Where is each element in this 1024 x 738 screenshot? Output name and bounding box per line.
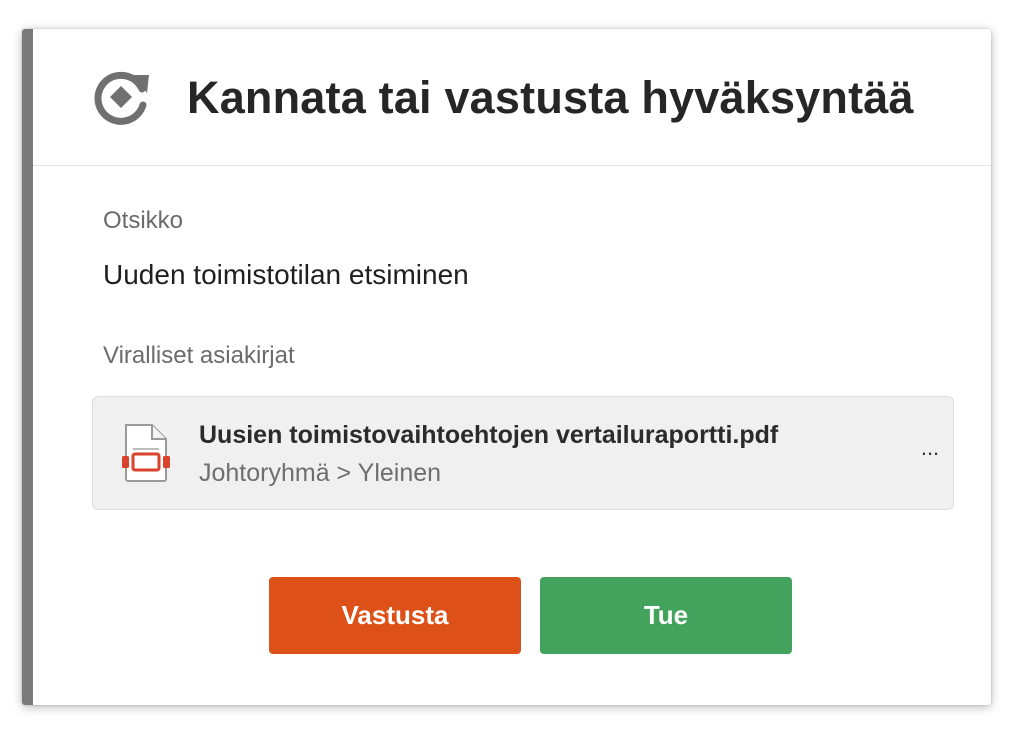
accent-bar	[22, 29, 33, 705]
documents-field-label: Viralliset asiakirjat	[103, 342, 295, 369]
dialog-title: Kannata tai vastusta hyväksyntää	[187, 72, 914, 123]
title-field-value: Uuden toimistotilan etsiminen	[103, 259, 469, 290]
title-field-label: Otsikko	[103, 207, 184, 234]
approval-dialog: Kannata tai vastusta hyväksyntää Otsikko…	[22, 29, 991, 705]
approve-button[interactable]: Tue	[540, 577, 792, 654]
dialog-header: Kannata tai vastusta hyväksyntää	[33, 29, 991, 166]
document-name[interactable]: Uusien toimistovaihtoehtojen vertailurap…	[199, 421, 778, 450]
reject-button[interactable]: Vastusta	[269, 577, 521, 654]
document-path: Johtoryhmä > Yleinen	[199, 459, 442, 487]
approval-refresh-icon	[91, 67, 151, 127]
document-tile[interactable]: Uusien toimistovaihtoehtojen vertailurap…	[92, 396, 954, 510]
pdf-file-icon	[120, 423, 172, 483]
more-options-button[interactable]: ...	[915, 433, 945, 463]
